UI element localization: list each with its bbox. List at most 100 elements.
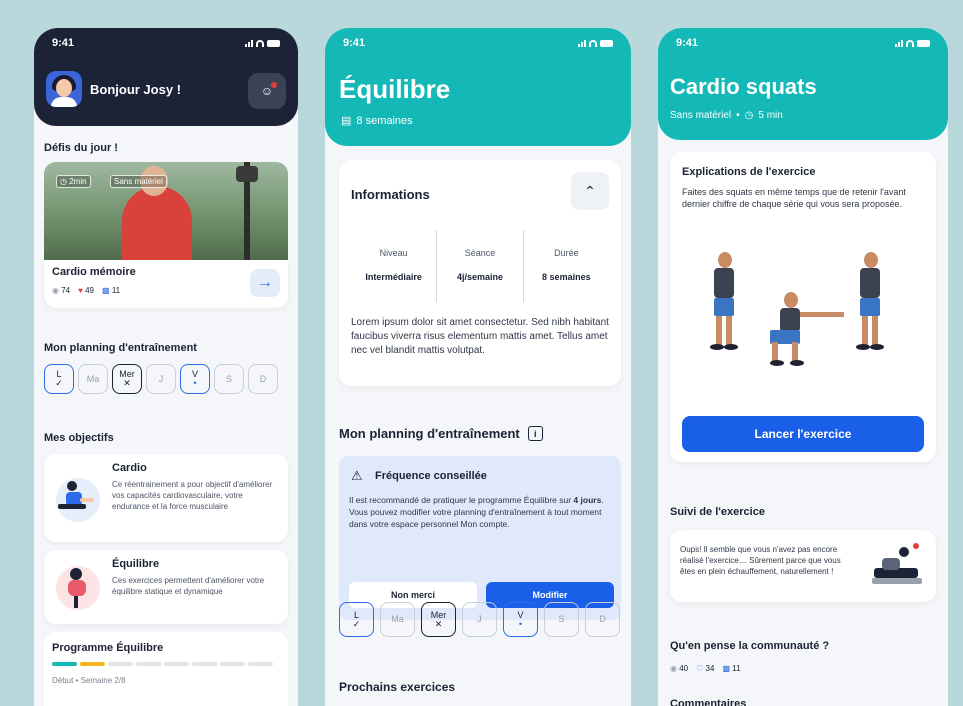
suivi-card: Oups! Il semble que vous n'avez pas enco… xyxy=(670,530,936,602)
program-duration: ▤ 8 semaines xyxy=(341,114,413,128)
day-mer[interactable]: Mer ✕ xyxy=(421,602,456,637)
day-s[interactable]: S xyxy=(214,364,244,394)
objective-title: Équilibre xyxy=(112,558,160,570)
info-card: Informations ⌃ Niveau Intermédiaire Séanc… xyxy=(339,160,621,386)
comments-title: Commentaires xyxy=(670,698,747,706)
frequency-panel: ⚠ Fréquence conseillée Il est recommandé… xyxy=(339,456,621,620)
day-j[interactable]: J xyxy=(146,364,176,394)
eye-icon: ◉ xyxy=(670,664,677,673)
day-l[interactable]: L ✓ xyxy=(44,364,74,394)
info-title: Informations xyxy=(351,187,430,202)
info-col-niveau: Niveau Intermédiaire xyxy=(365,248,422,282)
objectifs-title: Mes objectifs xyxy=(44,432,114,444)
program-week: Début • Semaine 2/8 xyxy=(52,676,126,685)
exercise-meta: Sans matériel • ◷ 5 min xyxy=(670,110,783,121)
day-l[interactable]: L ✓ xyxy=(339,602,374,637)
community-stats: ◉ 40 ♡ 34 ▩ 11 xyxy=(670,664,741,673)
likes-stat: ♥ 49 xyxy=(78,286,95,295)
heart-icon: ♥ xyxy=(78,286,83,295)
collapse-button[interactable]: ⌃ xyxy=(571,172,609,210)
eye-icon: ◉ xyxy=(52,286,59,295)
challenge-card[interactable]: Cardio mémoire ◉ 74 ♥ 49 ▩ 11 → xyxy=(44,260,288,308)
info-col-duree: Durée 8 semaines xyxy=(522,230,609,302)
objective-card-equilibre[interactable]: Équilibre Ces exercices permettent d'amé… xyxy=(44,550,288,624)
wifi-icon xyxy=(256,39,264,47)
day-ma[interactable]: Ma xyxy=(380,602,415,637)
status-time: 9:41 xyxy=(52,37,75,49)
clock-icon: ◷ xyxy=(744,110,754,121)
wifi-icon xyxy=(906,39,914,47)
hero-image[interactable]: ◷ 2min Sans matériel xyxy=(44,162,288,262)
info-col-seance: Séance 4j/semaine xyxy=(436,230,522,302)
program-screen: 9:41 Équilibre ▤ 8 semaines Informations … xyxy=(325,28,631,706)
frequency-text: Il est recommandé de pratiquer le progra… xyxy=(349,495,604,529)
suivi-title: Suivi de l'exercice xyxy=(670,506,765,518)
comments-stat[interactable]: ▩ 11 xyxy=(722,664,740,673)
status-time: 9:41 xyxy=(343,37,366,49)
program-header: 9:41 Équilibre ▤ 8 semaines xyxy=(325,28,631,146)
signal-icon xyxy=(578,39,586,47)
exercise-screen: 9:41 Cardio squats Sans matériel • ◷ 5 min … xyxy=(658,28,948,706)
day-v[interactable]: V • xyxy=(180,364,210,394)
program-progress xyxy=(52,662,273,666)
cross-icon: ✕ xyxy=(434,618,443,629)
chevron-up-icon: ⌃ xyxy=(584,182,596,199)
day-mer[interactable]: Mer ✕ xyxy=(112,364,142,394)
planning-title: Mon planning d'entraînement xyxy=(44,342,197,354)
current-dot-icon: • xyxy=(518,618,523,629)
open-challenge-button[interactable]: → xyxy=(250,269,280,297)
equipment-tag: Sans matériel xyxy=(110,175,167,188)
explanation-title: Explications de l'exercice xyxy=(682,166,816,178)
explanation-card: Explications de l'exercice Faites des sq… xyxy=(670,152,936,462)
defis-title: Défis du jour ! xyxy=(44,142,118,154)
duration-tag: ◷ 2min xyxy=(56,175,91,188)
program-card[interactable]: Programme Équilibre Début • Semaine 2/8 xyxy=(44,632,288,706)
week-days: L ✓ Ma Mer ✕ J V • S D xyxy=(339,602,620,637)
heart-icon: ♡ xyxy=(696,664,704,673)
calendar-icon: ▤ xyxy=(341,115,352,127)
warmup-illustration xyxy=(872,543,922,584)
avatar[interactable] xyxy=(46,71,82,107)
exercise-title: Cardio squats xyxy=(670,74,817,99)
cardio-illustration xyxy=(56,478,100,522)
info-icon[interactable]: i xyxy=(527,426,543,441)
objective-desc: Ces exercices permettent d'améliorer vot… xyxy=(112,576,265,596)
balance-illustration xyxy=(56,566,100,610)
profile-button[interactable]: ☺ xyxy=(248,73,286,109)
battery-icon xyxy=(267,39,280,47)
day-v[interactable]: V • xyxy=(503,602,538,637)
explanation-text: Faites des squats en même temps que de r… xyxy=(682,187,906,209)
status-time: 9:41 xyxy=(676,37,699,49)
objective-desc: Ce réentrainement a pour objectif d'amél… xyxy=(112,480,273,511)
warning-icon: ⚠ xyxy=(351,468,363,483)
check-icon: ✓ xyxy=(352,618,361,629)
day-ma[interactable]: Ma xyxy=(78,364,108,394)
exercise-header: 9:41 Cardio squats Sans matériel • ◷ 5 min xyxy=(658,28,948,140)
comments-stat: ▩ 11 xyxy=(102,286,121,295)
battery-icon xyxy=(917,39,930,47)
battery-icon xyxy=(600,39,613,47)
objective-title: Cardio xyxy=(112,462,147,474)
status-bar: 9:41 xyxy=(34,28,298,58)
program-title: Équilibre xyxy=(339,74,451,104)
check-icon: ✓ xyxy=(55,378,63,388)
objective-card-cardio[interactable]: Cardio Ce réentrainement a pour objectif… xyxy=(44,454,288,542)
launch-exercise-button[interactable]: Lancer l'exercice xyxy=(682,416,924,452)
info-text: Lorem ipsum dolor sit amet consectetur. … xyxy=(351,317,609,356)
next-exercises-title: Prochains exercices xyxy=(339,680,456,694)
wifi-icon xyxy=(589,39,597,47)
cross-icon: ✕ xyxy=(123,378,131,388)
likes-stat[interactable]: ♡ 34 xyxy=(696,664,714,673)
status-bar: 9:41 xyxy=(658,28,948,58)
day-j[interactable]: J xyxy=(462,602,497,637)
day-s[interactable]: S xyxy=(544,602,579,637)
day-d[interactable]: D xyxy=(585,602,620,637)
challenge-title: Cardio mémoire xyxy=(52,266,136,278)
community-title: Qu'en pense la communauté ? xyxy=(670,640,830,652)
status-bar: 9:41 xyxy=(325,28,631,58)
challenge-stats: ◉ 74 ♥ 49 ▩ 11 xyxy=(52,286,120,295)
current-dot-icon: • xyxy=(193,378,197,388)
day-d[interactable]: D xyxy=(248,364,278,394)
info-columns: Niveau Intermédiaire Séance 4j/semaine Dur… xyxy=(351,230,609,302)
notification-dot xyxy=(271,82,277,88)
